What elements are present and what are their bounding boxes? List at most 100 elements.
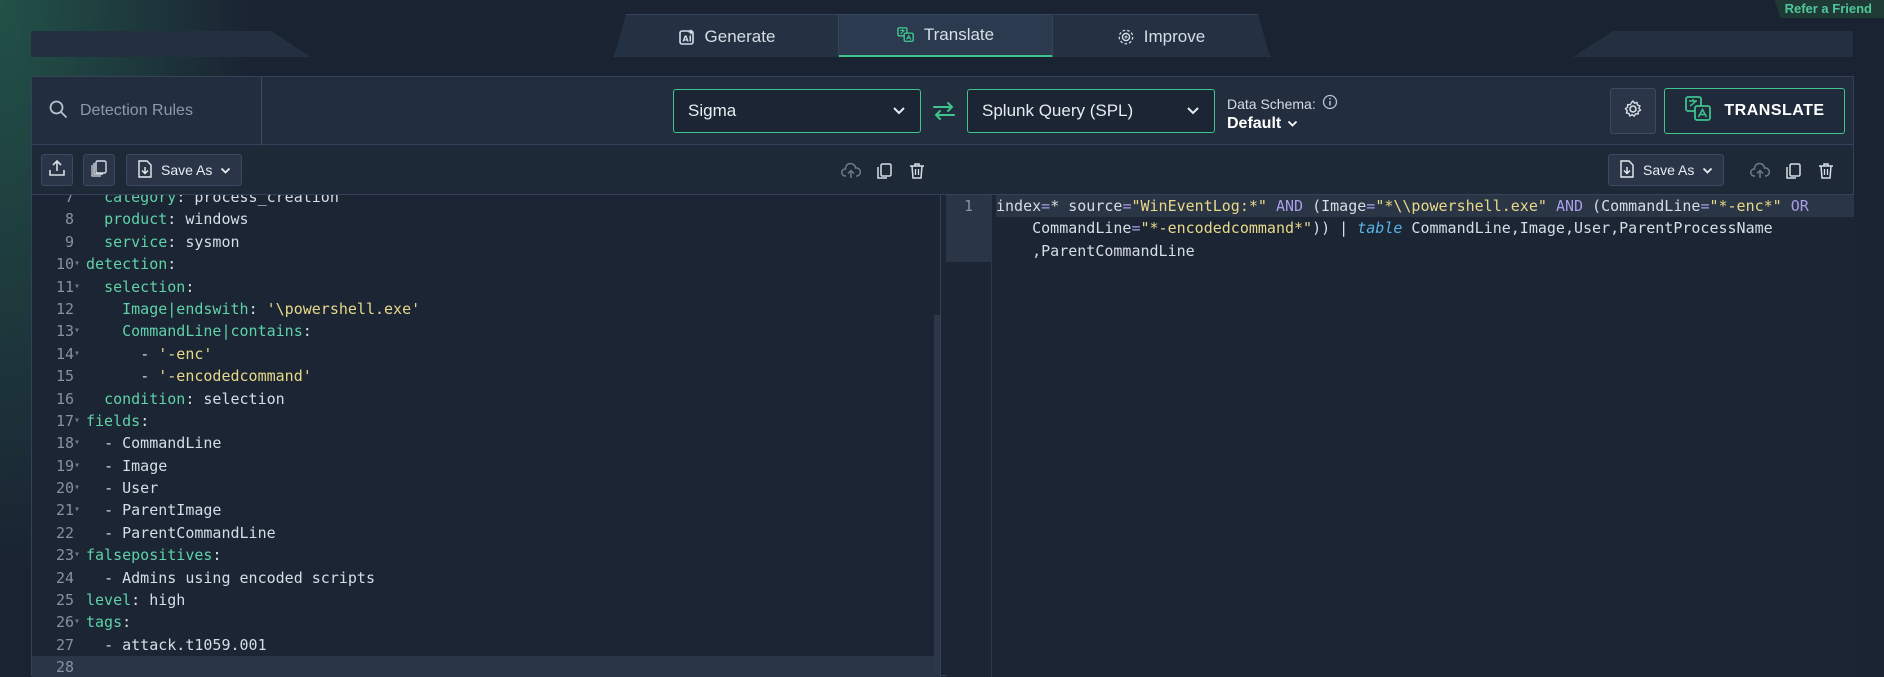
search-input[interactable] [80,102,250,120]
left-save-as-button[interactable]: Save As [126,154,243,186]
upload-button[interactable] [41,154,73,186]
settings-button[interactable] [1610,88,1656,134]
line-gutter: 1 [946,195,992,677]
fold-toggle-icon[interactable]: ▾ [74,611,82,633]
code-text: category: process_creation [104,195,339,206]
line-number: 1 [946,195,991,262]
code-line: 24 - Admins using encoded scripts [32,567,940,589]
line-number: 21 [55,501,74,520]
code-text: detection: [86,255,177,274]
code-text: tags: [86,613,132,632]
query-line: CommandLine="*-encodedcommand*")) | tabl… [996,219,1773,238]
cloud-upload-icon[interactable] [1750,161,1770,181]
right-save-as-button[interactable]: Save As [1608,154,1725,186]
chevron-down-icon [1287,115,1298,133]
code-text: - attack.t1059.001 [104,635,267,654]
line-number: 25 [55,591,74,610]
info-icon[interactable] [1322,94,1338,113]
translate-icon [897,26,915,44]
line-number: 22 [55,523,74,542]
editor-scrollbar[interactable] [934,315,940,675]
line-number: 10 [55,255,74,274]
cloud-upload-icon[interactable] [841,161,861,181]
data-schema-selector[interactable]: Data Schema: Default [1227,94,1338,133]
query-line: ,ParentCommandLine [996,241,1195,260]
source-language-value: Sigma [688,101,737,120]
line-number: 27 [55,635,74,654]
line-number: 8 [64,210,74,229]
tab-improve[interactable]: Improve [1053,15,1269,58]
upload-icon [48,159,66,182]
mode-tabs: AI Generate Translate Improve [614,14,1270,57]
line-number: 23 [55,546,74,565]
translate-button-label: TRANSLATE [1724,102,1825,119]
tab-improve-label: Improve [1143,26,1206,46]
trash-icon[interactable] [1816,161,1836,181]
code-line: 16 condition: selection [32,388,940,410]
code-text: - ParentImage [104,501,222,520]
refer-a-friend-link[interactable]: Refer a Friend [1774,0,1884,18]
query-line: index=* source="WinEventLog:*" AND (Imag… [996,195,1854,218]
tab-generate[interactable]: AI Generate [615,15,839,58]
chevron-down-icon [220,162,231,178]
fold-toggle-icon[interactable]: ▾ [74,432,82,454]
editor-toolbar: Save As Save As [32,145,1853,195]
swap-languages-icon[interactable] [931,99,957,123]
code-line: 8 product: windows [32,208,940,230]
target-language-value: Splunk Query (SPL) [982,101,1134,120]
svg-text:AI: AI [682,34,691,43]
code-line: 9 service: sysmon [32,231,940,253]
splunk-query-editor[interactable]: 1 index=* source="WinEventLog:*" AND (Im… [946,195,1855,677]
fold-toggle-icon[interactable]: ▾ [74,410,82,432]
code-line: 22 - ParentCommandLine [32,522,940,544]
code-line: 11▾ selection: [32,276,940,298]
copy-icon[interactable] [1783,161,1803,181]
translate-button[interactable]: TRANSLATE [1664,88,1845,134]
code-line: 28 [32,656,940,677]
line-number: 24 [55,568,74,587]
tab-generate-label: Generate [704,26,776,46]
code-text: - ParentCommandLine [104,523,276,542]
sigma-rule-editor[interactable]: 7 category: process_creation 8 product: w… [32,195,941,677]
code-line: 14▾ - '-enc' [32,343,940,365]
fold-toggle-icon[interactable]: ▾ [74,276,82,298]
line-number: 13 [55,322,74,341]
fold-toggle-icon[interactable]: ▾ [74,343,82,365]
code-line: 18▾ - CommandLine [32,432,940,454]
chevron-down-icon [1186,101,1200,121]
code-text: Image|endswith: '\powershell.exe' [122,299,421,318]
left-save-as-label: Save As [161,162,213,178]
copy-icon[interactable] [874,161,894,181]
translate-icon [1684,95,1712,128]
line-number: 17 [55,411,74,430]
trash-icon[interactable] [907,161,927,181]
code-line: 26▾ tags: [32,611,940,633]
code-text: - Admins using encoded scripts [104,568,375,587]
code-text: - User [104,479,159,498]
fold-toggle-icon[interactable]: ▾ [74,499,82,521]
improve-icon [1117,28,1135,46]
line-number: 20 [55,479,74,498]
code-line: 19▾ - Image [32,455,940,477]
target-language-select[interactable]: Splunk Query (SPL) [967,89,1215,133]
data-schema-value: Default [1227,115,1282,132]
fold-toggle-icon[interactable]: ▾ [74,455,82,477]
library-button[interactable] [83,154,115,186]
fold-toggle-icon[interactable]: ▾ [74,253,82,275]
chevron-down-icon [1702,162,1713,178]
code-line: 27 - attack.t1059.001 [32,634,940,656]
code-text: falsepositives: [86,546,222,565]
fold-toggle-icon[interactable]: ▾ [74,320,82,342]
file-download-icon [137,159,153,181]
fold-toggle-icon[interactable]: ▾ [74,477,82,499]
line-number: 26 [55,613,74,632]
fold-toggle-icon[interactable]: ▾ [74,544,82,566]
code-line: 12 Image|endswith: '\powershell.exe' [32,298,940,320]
code-text: service: sysmon [104,232,240,251]
code-text: selection: [104,277,195,296]
source-language-select[interactable]: Sigma [673,89,921,133]
tab-translate[interactable]: Translate [839,15,1053,58]
tab-translate-label: Translate [923,25,995,44]
ai-generate-icon: AI [678,28,696,46]
translator-panel: Sigma Splunk Query (SPL) Data Schema: De… [31,76,1855,677]
